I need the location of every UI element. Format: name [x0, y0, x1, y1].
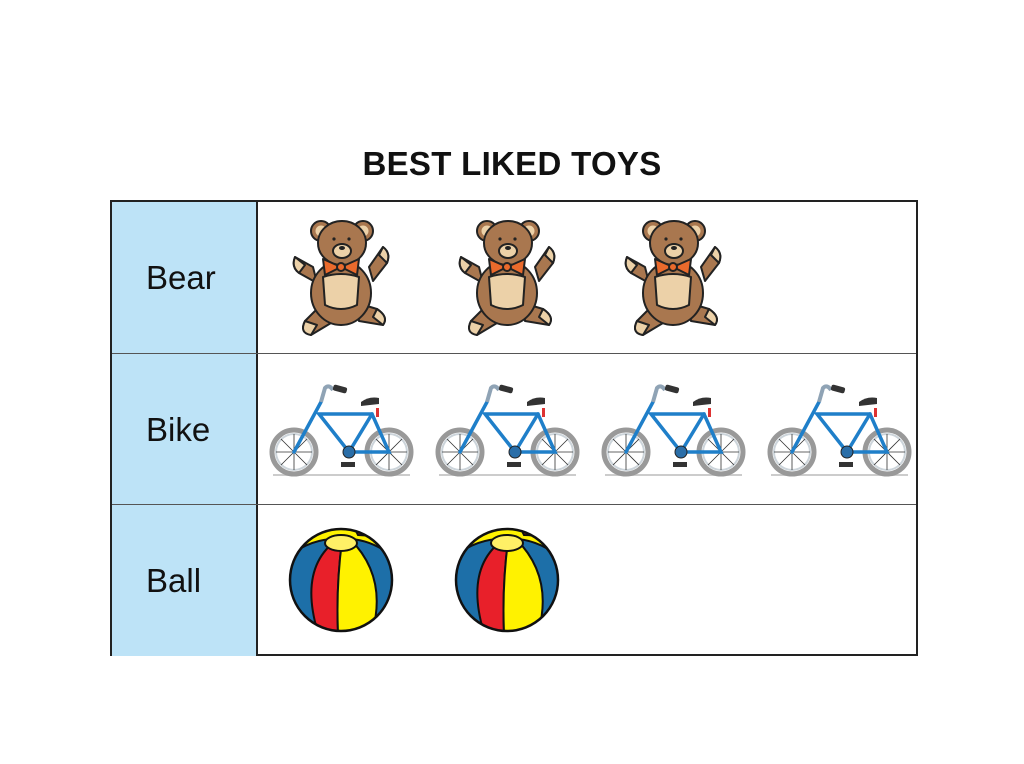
icon-cell	[258, 505, 916, 656]
bicycle-icon	[269, 382, 414, 477]
row-bike: Bike	[112, 353, 916, 505]
category-label: Bike	[112, 354, 258, 505]
icon-cell	[258, 202, 916, 353]
row-ball: Ball	[112, 504, 916, 656]
row-bear: Bear	[112, 202, 916, 353]
category-label: Ball	[112, 505, 258, 656]
teddy-bear-icon	[292, 220, 390, 336]
beach-ball-icon	[288, 527, 394, 633]
icon-cell	[258, 354, 916, 505]
category-label: Bear	[112, 202, 258, 353]
bicycle-icon	[601, 382, 746, 477]
chart-title: BEST LIKED TOYS	[362, 145, 662, 182]
pictograph-table: Bear Bike Ball	[110, 200, 918, 656]
teddy-bear-icon	[458, 220, 556, 336]
bicycle-icon	[767, 382, 912, 477]
bicycle-icon	[435, 382, 580, 477]
teddy-bear-icon	[624, 220, 722, 336]
beach-ball-icon	[454, 527, 560, 633]
